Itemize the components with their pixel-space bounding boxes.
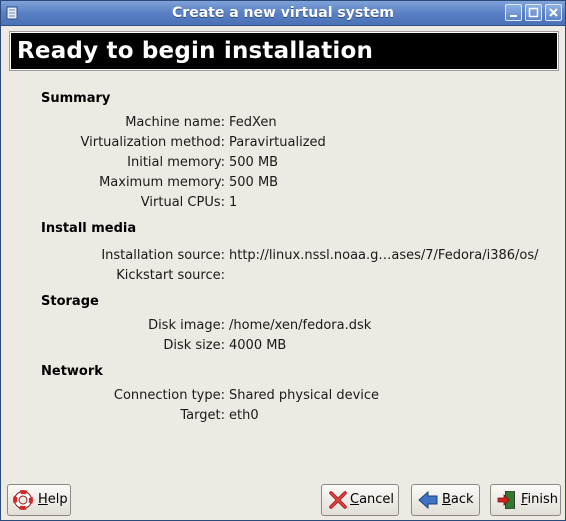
virtual-cpus-label: Virtual CPUs: xyxy=(140,195,225,210)
initial-memory-label: Initial memory: xyxy=(127,155,225,170)
window-title: Create a new virtual system xyxy=(172,5,394,21)
cancel-button[interactable]: Cancel xyxy=(321,484,399,516)
virtual-cpus-value: 1 xyxy=(229,195,238,210)
disk-image-label: Disk image: xyxy=(148,318,225,333)
dialog-window: Create a new virtual system Ready to beg… xyxy=(0,0,566,521)
installation-source-label: Installation source: xyxy=(101,248,225,263)
help-button[interactable]: Help xyxy=(7,484,71,516)
close-icon xyxy=(549,8,558,17)
connection-type-label: Connection type: xyxy=(113,388,225,403)
virtualization-method-label: Virtualization method: xyxy=(80,135,226,150)
summary-row: Initial memory: 500 MB xyxy=(1,155,566,173)
summary-row: Maximum memory: 500 MB xyxy=(1,175,566,193)
initial-memory-value: 500 MB xyxy=(229,155,279,170)
cancel-label: Cancel xyxy=(350,492,395,507)
storage-row: Disk size: 4000 MB xyxy=(1,338,566,356)
summary-row: Virtualization method: Paravirtualized xyxy=(1,135,566,153)
lifebuoy-help-icon xyxy=(13,490,33,510)
section-heading-storage: Storage xyxy=(41,294,99,309)
installation-source-value: http://linux.nssl.noaa.g…ases/7/Fedora/i… xyxy=(229,248,539,263)
back-arrow-icon xyxy=(418,490,438,510)
machine-name-label: Machine name: xyxy=(125,115,225,130)
exit-door-icon xyxy=(497,491,515,509)
network-row: Connection type: Shared physical device xyxy=(1,388,566,406)
disk-image-value: /home/xen/fedora.dsk xyxy=(229,318,372,333)
maximum-memory-value: 500 MB xyxy=(229,175,279,190)
disk-size-value: 4000 MB xyxy=(229,338,287,353)
back-button[interactable]: Back xyxy=(411,484,480,516)
target-label: Target: xyxy=(180,408,225,423)
finish-button[interactable]: Finish xyxy=(490,484,561,516)
section-heading-summary: Summary xyxy=(41,91,111,106)
back-label: Back xyxy=(442,492,474,507)
kickstart-source-label: Kickstart source: xyxy=(116,268,225,283)
maximize-button[interactable] xyxy=(525,4,542,21)
section-heading-install-media: Install media xyxy=(41,221,137,236)
machine-name-value: FedXen xyxy=(229,115,277,130)
maximum-memory-label: Maximum memory: xyxy=(99,175,225,190)
help-label: Help xyxy=(38,492,68,507)
storage-row: Disk image: /home/xen/fedora.dsk xyxy=(1,318,566,336)
install-media-row: Installation source: http://linux.nssl.n… xyxy=(1,248,566,266)
maximize-icon xyxy=(528,7,539,18)
page-banner: Ready to begin installation xyxy=(10,32,558,70)
network-row: Target: eth0 xyxy=(1,408,566,426)
finish-label: Finish xyxy=(521,492,559,507)
title-bar[interactable]: Create a new virtual system xyxy=(1,1,565,26)
virtualization-method-value: Paravirtualized xyxy=(229,135,326,150)
cancel-x-icon xyxy=(329,491,347,509)
connection-type-value: Shared physical device xyxy=(229,388,380,403)
minimize-button[interactable] xyxy=(505,4,522,21)
install-media-row: Kickstart source: xyxy=(1,268,566,286)
summary-row: Virtual CPUs: 1 xyxy=(1,195,566,213)
banner-title: Ready to begin installation xyxy=(17,38,374,64)
target-value: eth0 xyxy=(229,408,259,423)
close-button[interactable] xyxy=(545,4,562,21)
summary-row: Machine name: FedXen xyxy=(1,115,566,133)
disk-size-label: Disk size: xyxy=(163,338,225,353)
section-heading-network: Network xyxy=(41,364,103,379)
minimize-icon xyxy=(510,15,517,17)
